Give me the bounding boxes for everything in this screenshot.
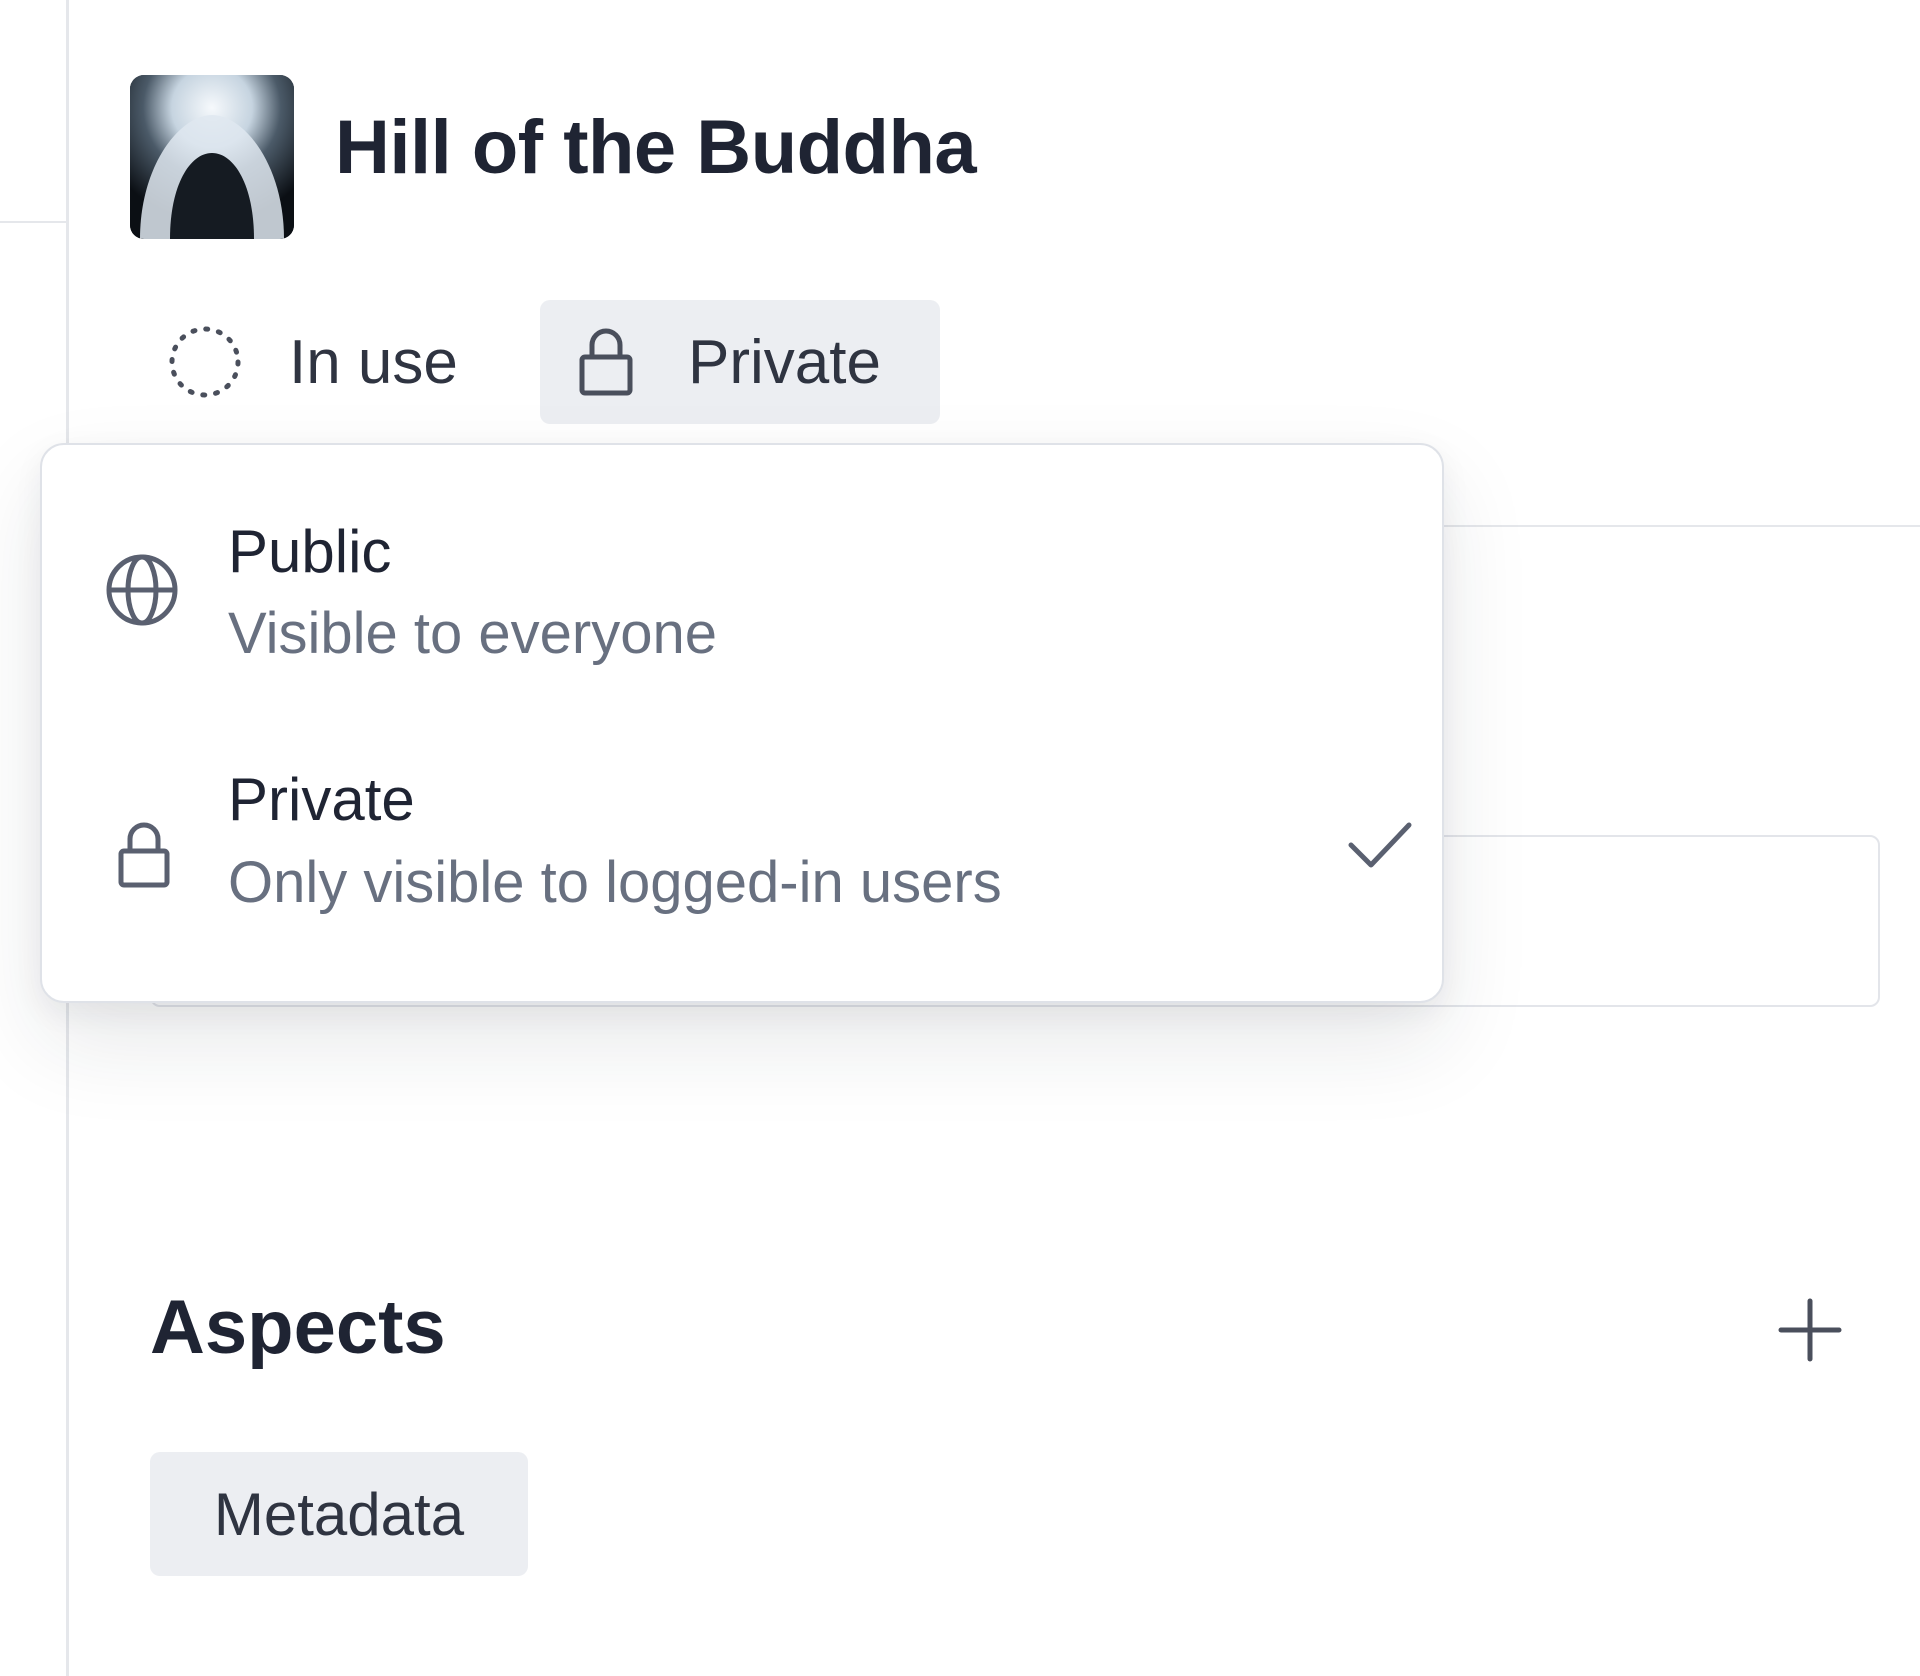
globe-icon [106,554,178,626]
asset-thumbnail[interactable] [130,75,294,239]
status-label: In use [289,327,458,397]
option-description: Only visible to logged-in users [228,850,1002,915]
aspect-tag-metadata[interactable]: Metadata [150,1452,528,1576]
plus-icon [1778,1298,1842,1362]
lock-icon [579,328,633,396]
visibility-option-private[interactable]: Private Only visible to logged-in users [42,715,1442,975]
dotted-circle-icon [169,326,241,398]
visibility-label: Private [688,327,881,397]
add-aspect-button[interactable] [1775,1295,1845,1365]
left-panel-divider [0,221,66,223]
visibility-button[interactable]: Private [540,300,940,424]
option-title: Public [228,518,392,585]
visibility-option-public[interactable]: Public Visible to everyone [42,445,1442,705]
image-thumbnail-icon [130,75,294,239]
page-title: Hill of the Buddha [335,105,977,190]
lock-icon [118,822,170,888]
section-divider [1440,525,1920,527]
visibility-dropdown: Public Visible to everyone Private Only … [40,443,1444,1003]
asset-detail-panel: Hill of the Buddha In use Private Public… [0,0,1920,1676]
status-button[interactable]: In use [165,300,458,424]
aspects-heading: Aspects [150,1285,446,1370]
check-icon [1348,822,1412,868]
option-title: Private [228,766,415,833]
option-description: Visible to everyone [228,601,718,666]
